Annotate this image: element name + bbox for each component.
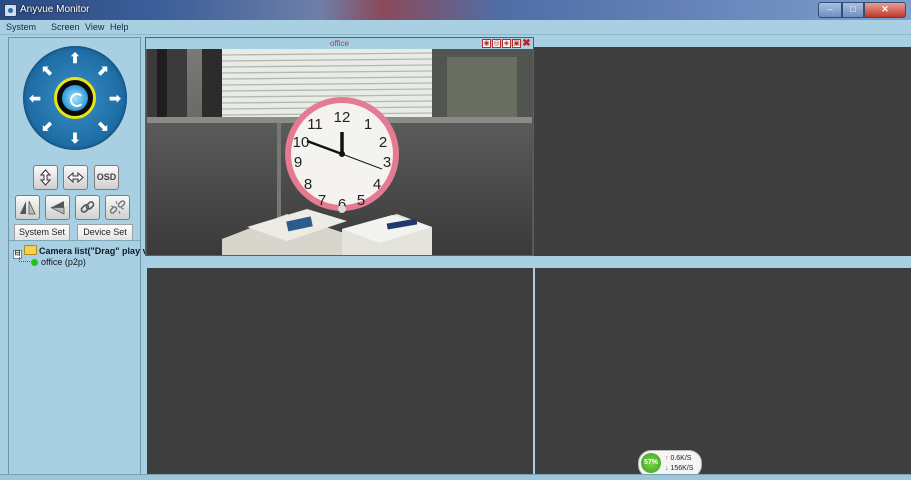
window-controls: – □ ✕ — [818, 2, 906, 18]
flip-vertical-button[interactable] — [33, 165, 58, 190]
minimize-button[interactable]: – — [818, 2, 842, 18]
svg-text:10: 10 — [293, 134, 310, 151]
title-bar: Anyvue Monitor – □ ✕ — [0, 0, 911, 20]
camera-item-office[interactable]: office (p2p) — [31, 257, 86, 267]
arrow-right-icon[interactable]: ➡ — [108, 91, 122, 105]
ptz-center-button[interactable] — [54, 77, 96, 119]
tile-title: office — [146, 38, 533, 49]
svg-text:7: 7 — [318, 192, 326, 209]
svg-text:4: 4 — [373, 176, 381, 193]
camera-tree: ⊟ Camera list("Drag" play vi office (p2p) — [9, 240, 150, 474]
download-speed-value: 156K/S — [670, 465, 694, 472]
video-tile-3[interactable] — [147, 268, 533, 474]
arrow-down-right-icon[interactable]: ⬊ — [96, 119, 110, 133]
system-set-button[interactable]: System Set — [14, 224, 70, 241]
connect-button[interactable] — [75, 195, 100, 220]
upload-speed-value: 0.6K/S — [670, 455, 692, 462]
disconnect-button[interactable] — [105, 195, 130, 220]
close-icon[interactable]: ✖ — [522, 39, 531, 49]
menu-system[interactable]: System — [6, 22, 36, 32]
talk-icon[interactable]: ◈ — [502, 39, 511, 48]
cpu-usage-badge: 57% — [641, 453, 661, 473]
flip-icon — [50, 201, 65, 215]
arrow-down-left-icon[interactable]: ⬋ — [40, 119, 54, 133]
download-speed: ↓ 156K/S — [665, 465, 693, 472]
svg-text:12: 12 — [334, 109, 351, 126]
arrow-left-icon[interactable]: ⬅ — [28, 91, 42, 105]
svg-text:11: 11 — [307, 116, 323, 133]
download-arrow-icon: ↓ — [665, 465, 669, 472]
camera-item-label: office (p2p) — [41, 257, 86, 267]
record-icon[interactable]: ◉ — [482, 39, 491, 48]
video-tile-4[interactable] — [535, 268, 911, 474]
ptz-logo-icon — [62, 85, 88, 111]
window-title: Anyvue Monitor — [20, 4, 90, 15]
svg-text:9: 9 — [294, 154, 302, 171]
snapshot-icon[interactable]: ◎ — [492, 39, 501, 48]
control-panel: ⬆ ⬇ ⬅ ➡ ⬉ ⬈ ⬋ ⬊ OSD System Set Device Se… — [8, 37, 150, 474]
menu-bar: System Screen View Help — [0, 20, 911, 35]
flip-horizontal-button[interactable] — [63, 165, 88, 190]
device-set-button[interactable]: Device Set — [77, 224, 133, 241]
arrow-up-right-icon[interactable]: ⬈ — [96, 63, 110, 77]
status-bar — [0, 474, 911, 480]
menu-view[interactable]: View — [85, 22, 104, 32]
upload-arrow-icon: ↑ — [665, 455, 669, 462]
camera-list-label: Camera list("Drag" play vi — [39, 246, 151, 256]
mirror-button[interactable] — [15, 195, 40, 220]
app-icon — [4, 4, 17, 17]
osd-label: OSD — [96, 172, 117, 182]
upload-speed: ↑ 0.6K/S — [665, 455, 691, 462]
arrow-up-icon[interactable]: ⬆ — [68, 51, 82, 65]
online-status-icon — [31, 259, 38, 266]
link-icon — [80, 201, 95, 213]
video-tile-1[interactable]: office ◉ ◎ ◈ ▣ ✖ 12 1 2 3 4 5 6 7 8 9 10… — [145, 37, 534, 256]
svg-text:8: 8 — [304, 176, 312, 193]
svg-text:2: 2 — [379, 134, 387, 151]
unlink-icon — [109, 200, 126, 215]
arrow-up-left-icon[interactable]: ⬉ — [40, 63, 54, 77]
horizontal-arrows-icon — [67, 171, 84, 184]
ptz-control[interactable]: ⬆ ⬇ ⬅ ➡ ⬉ ⬈ ⬋ ⬊ — [23, 46, 127, 150]
close-button[interactable]: ✕ — [864, 2, 906, 18]
video-tile-2[interactable] — [534, 47, 911, 256]
menu-screen[interactable]: Screen — [51, 22, 80, 32]
maximize-button[interactable]: □ — [842, 2, 864, 18]
tile-toolbar: ◉ ◎ ◈ ▣ ✖ — [482, 38, 531, 49]
arrow-down-icon[interactable]: ⬇ — [68, 131, 82, 145]
osd-button[interactable]: OSD — [94, 165, 119, 190]
camera-feed-image: 12 12 345 678 91011 — [147, 49, 532, 255]
menu-help[interactable]: Help — [110, 22, 129, 32]
settings-icon[interactable]: ▣ — [512, 39, 521, 48]
svg-text:5: 5 — [357, 192, 365, 209]
svg-text:3: 3 — [383, 154, 391, 171]
svg-text:1: 1 — [364, 116, 372, 133]
video-grid: office ◉ ◎ ◈ ▣ ✖ 12 1 2 3 4 5 6 7 8 9 10… — [145, 37, 911, 474]
mirror-icon — [20, 200, 36, 215]
tree-connector — [19, 254, 30, 262]
vertical-arrows-icon — [39, 169, 52, 186]
flip-button[interactable] — [45, 195, 70, 220]
